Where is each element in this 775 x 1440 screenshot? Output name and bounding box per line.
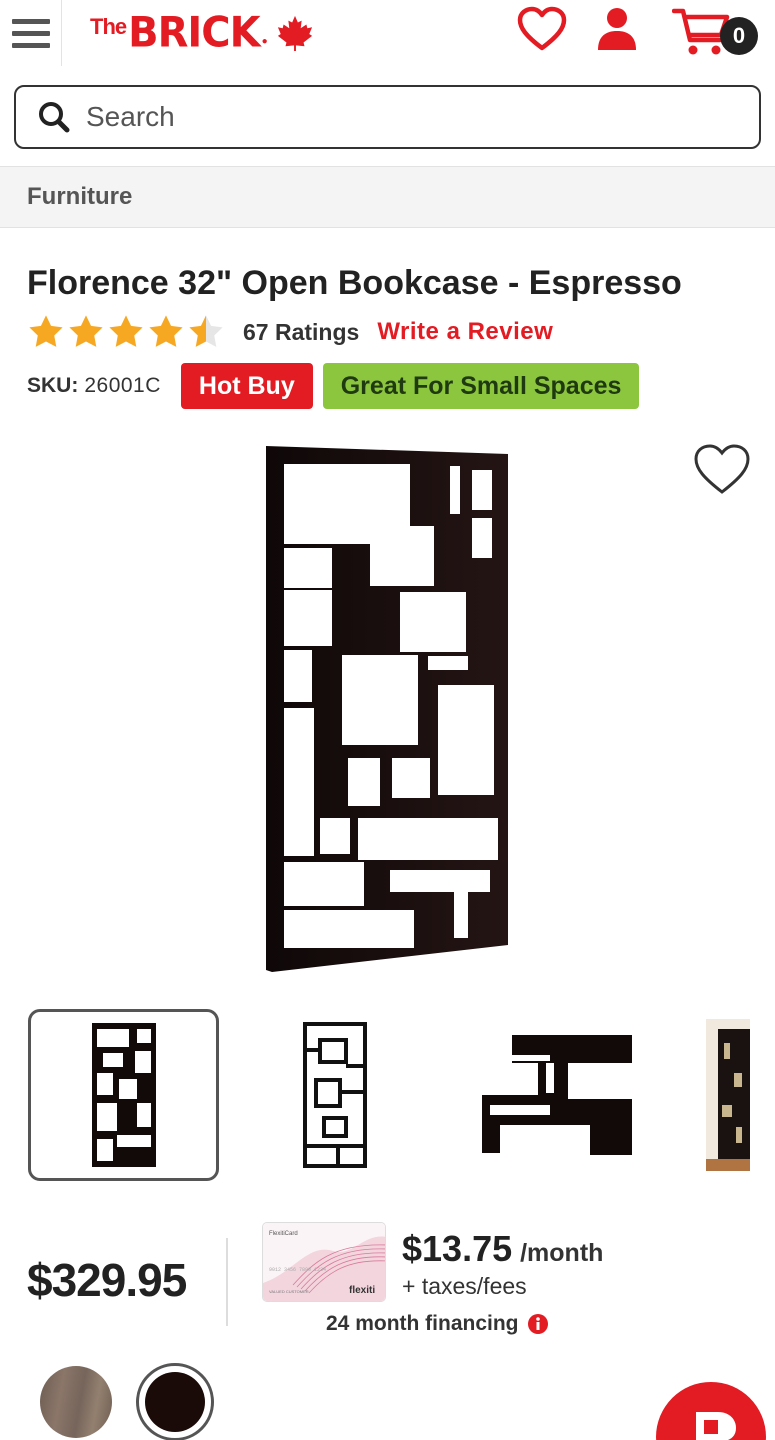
taxes-note: + taxes/fees bbox=[402, 1273, 527, 1299]
card-brand: flexiti bbox=[349, 1285, 375, 1296]
price-divider bbox=[226, 1238, 228, 1326]
thumbnail-3[interactable] bbox=[462, 1009, 642, 1181]
breadcrumb-furniture[interactable]: Furniture bbox=[27, 183, 132, 211]
hot-buy-badge: Hot Buy bbox=[180, 363, 313, 409]
product-main-image[interactable] bbox=[250, 440, 525, 980]
financing-label: 24 month financing bbox=[326, 1312, 519, 1335]
heart-icon[interactable] bbox=[516, 6, 568, 52]
brick-b-icon bbox=[696, 1412, 736, 1440]
card-number: 9012 3456 7890 1234 bbox=[269, 1267, 326, 1273]
hamburger-line bbox=[11, 18, 50, 24]
menu-button[interactable] bbox=[0, 0, 62, 66]
thumbnail-1[interactable] bbox=[28, 1009, 219, 1181]
thumbnail-image bbox=[482, 1035, 632, 1155]
monthly-amount: $13.75 bbox=[402, 1228, 513, 1269]
search-bar[interactable] bbox=[14, 85, 761, 149]
account-icon[interactable] bbox=[594, 6, 640, 52]
add-to-wishlist-icon[interactable] bbox=[692, 442, 752, 498]
search-icon[interactable] bbox=[38, 101, 70, 133]
info-icon[interactable] bbox=[527, 1313, 549, 1335]
monthly-suffix: /month bbox=[520, 1239, 604, 1267]
hamburger-line bbox=[11, 30, 50, 36]
thumbnail-image bbox=[303, 1022, 367, 1168]
search-input[interactable] bbox=[86, 101, 726, 133]
star-icon bbox=[149, 315, 183, 347]
card-title: FlexitiCard bbox=[269, 1231, 298, 1237]
star-icon bbox=[29, 315, 63, 347]
credit-card-graphic: FlexitiCard 9012 3456 7890 1234 VALUED C… bbox=[263, 1223, 385, 1301]
flexiti-card-image[interactable]: FlexitiCard 9012 3456 7890 1234 VALUED C… bbox=[262, 1222, 386, 1302]
hamburger-line bbox=[11, 42, 50, 48]
brick-chat-button[interactable] bbox=[656, 1382, 766, 1440]
logo-the: The bbox=[90, 14, 127, 39]
thumbnail-image bbox=[91, 1023, 156, 1167]
card-holder: VALUED CUSTOMER bbox=[269, 1289, 309, 1294]
breadcrumb: Furniture bbox=[0, 166, 775, 228]
thumbnail-image bbox=[706, 1019, 750, 1171]
write-review-link[interactable]: Write a Review bbox=[377, 318, 553, 346]
product-price: $329.95 bbox=[27, 1254, 187, 1306]
sku-value: 26001C bbox=[84, 374, 161, 397]
star-icon bbox=[109, 315, 143, 347]
half-star-icon bbox=[189, 315, 223, 347]
financing-info[interactable]: 24 month financing bbox=[326, 1312, 549, 1336]
star-icon bbox=[69, 315, 103, 347]
sku-label: SKU: bbox=[27, 374, 79, 397]
cart-count-badge: 0 bbox=[720, 17, 758, 55]
product-title: Florence 32" Open Bookcase - Espresso bbox=[27, 264, 682, 302]
star-rating[interactable] bbox=[27, 313, 225, 351]
rating-row: 67 Ratings Write a Review bbox=[27, 312, 553, 352]
swatch-walnut[interactable] bbox=[40, 1366, 112, 1438]
rating-count[interactable]: 67 Ratings bbox=[243, 319, 359, 346]
thumbnail-2[interactable] bbox=[240, 1009, 430, 1181]
small-spaces-badge: Great For Small Spaces bbox=[322, 363, 640, 409]
swatch-espresso[interactable] bbox=[145, 1372, 205, 1432]
header: The BRICK ● 0 bbox=[0, 0, 775, 68]
monthly-payment: $13.75 /month bbox=[402, 1228, 603, 1270]
thumbnail-4[interactable] bbox=[706, 1009, 775, 1181]
logo-brick: BRICK bbox=[128, 8, 261, 58]
sku-row: SKU: 26001C Hot Buy Great For Small Spac… bbox=[27, 363, 640, 409]
maple-leaf-icon bbox=[277, 15, 312, 52]
brand-logo[interactable]: The BRICK ● bbox=[90, 8, 314, 58]
